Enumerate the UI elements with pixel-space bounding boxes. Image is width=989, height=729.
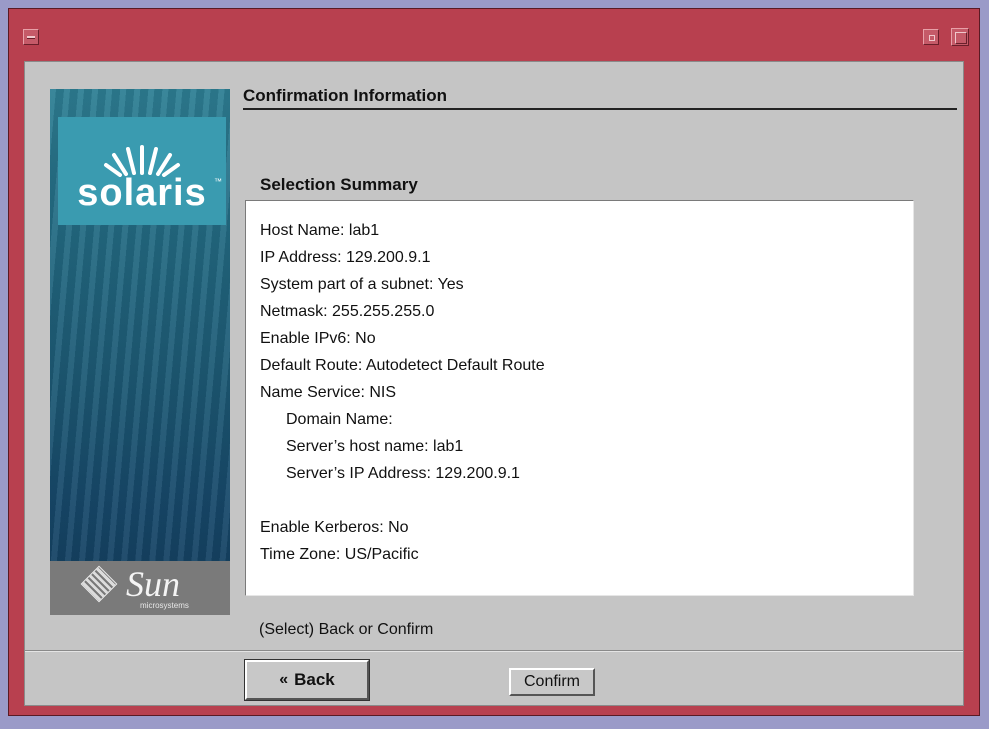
header-divider xyxy=(243,108,957,110)
section-title: Selection Summary xyxy=(260,175,418,194)
summary-line: Default Route: Autodetect Default Route xyxy=(260,357,545,374)
summary-line: Netmask: 255.255.255.0 xyxy=(260,303,435,320)
instruction-text: (Select) Back or Confirm xyxy=(259,621,434,638)
summary-line: Name Service: NIS xyxy=(260,384,397,401)
sun-subtitle: microsystems xyxy=(140,601,189,610)
back-button-label: Back xyxy=(294,670,335,689)
summary-line: Server’s IP Address: 129.200.9.1 xyxy=(286,465,520,482)
window-menu-button[interactable] xyxy=(23,29,39,45)
double-chevron-left-icon: « xyxy=(279,671,289,688)
summary-line: IP Address: 129.200.9.1 xyxy=(260,249,431,266)
page-title: Confirmation Information xyxy=(243,86,447,105)
summary-line: System part of a subnet: Yes xyxy=(260,276,464,293)
summary-line: Server’s host name: lab1 xyxy=(286,438,464,455)
summary-line: Domain Name: xyxy=(286,411,393,428)
maximize-button[interactable] xyxy=(951,28,969,46)
summary-line: Enable Kerberos: No xyxy=(260,519,409,536)
summary-line: Time Zone: US/Pacific xyxy=(260,546,419,563)
minimize-button[interactable] xyxy=(923,29,939,45)
back-button[interactable]: « Back xyxy=(244,659,370,701)
dialog-body: solaris ™ Sun microsystems Confirmation … xyxy=(24,61,964,706)
footer-divider xyxy=(25,650,963,652)
side-banner: solaris ™ Sun microsystems xyxy=(50,89,230,615)
solaris-wordmark: solaris xyxy=(77,172,207,214)
solaris-logo: solaris ™ xyxy=(58,117,226,225)
sun-diamond-icon xyxy=(80,565,118,603)
summary-line: Enable IPv6: No xyxy=(260,330,376,347)
sunrise-icon xyxy=(104,145,180,177)
confirm-button-label: Confirm xyxy=(523,673,580,690)
summary-spacer xyxy=(260,487,899,514)
title-bar[interactable] xyxy=(9,9,979,59)
summary-line: Host Name: lab1 xyxy=(260,222,380,239)
confirm-button[interactable]: Confirm xyxy=(509,668,595,696)
trademark-mark: ™ xyxy=(214,177,222,186)
window-frame: solaris ™ Sun microsystems Confirmation … xyxy=(8,8,980,716)
sun-wordmark: Sun xyxy=(126,564,180,604)
sun-logo-panel: Sun microsystems xyxy=(50,561,230,615)
selection-summary-box[interactable]: Host Name: lab1 IP Address: 129.200.9.1 … xyxy=(245,200,914,596)
